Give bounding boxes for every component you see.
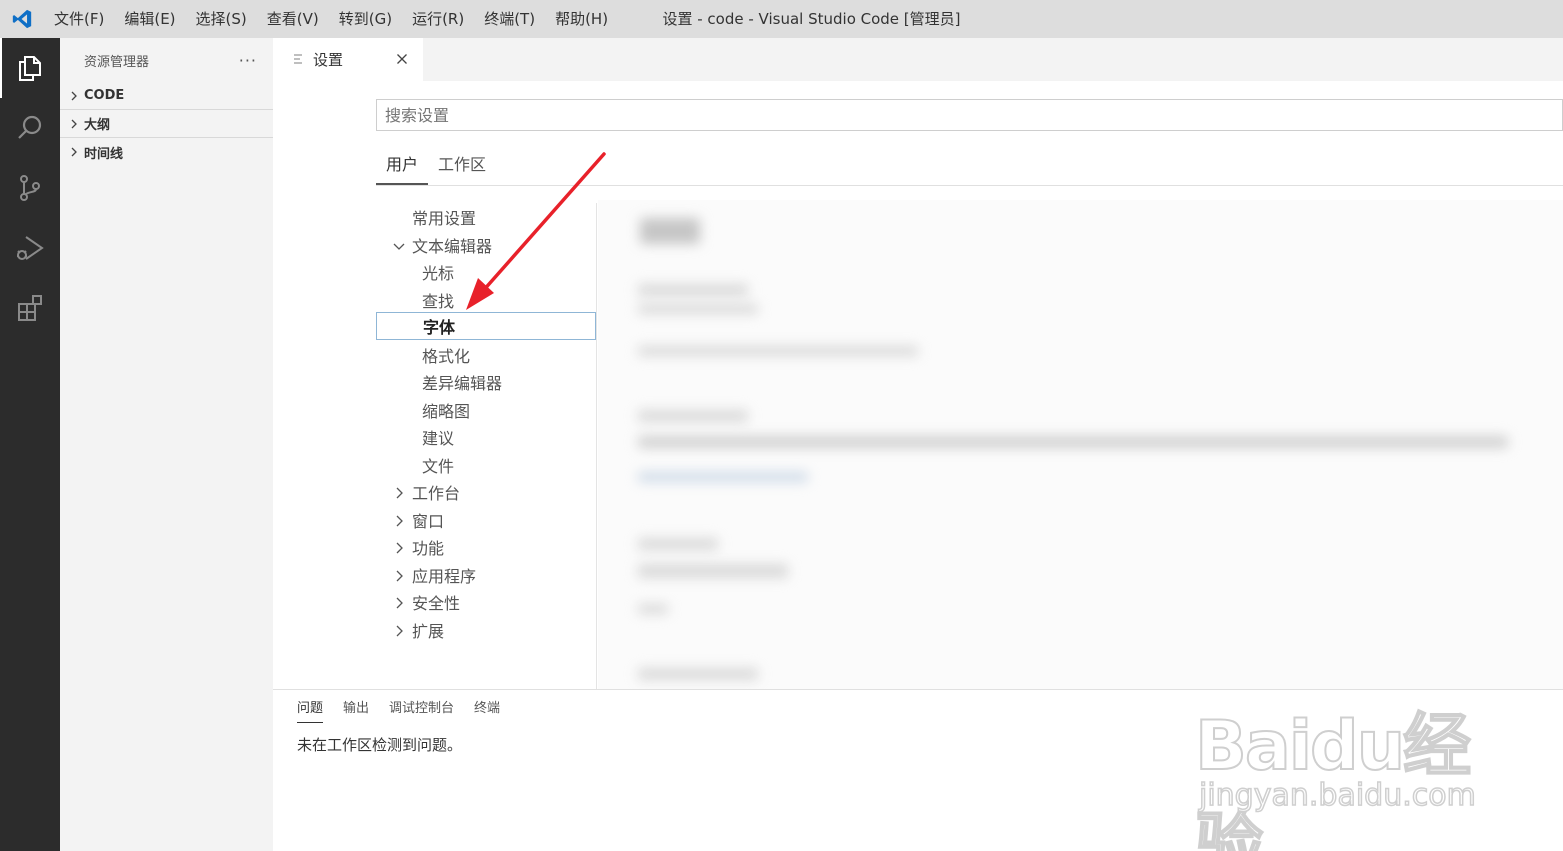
tab-workspace[interactable]: 工作区: [428, 148, 496, 185]
toc-item-label: 应用程序: [412, 567, 477, 586]
title-bar: 文件(F) 编辑(E) 选择(S) 查看(V) 转到(G) 运行(R) 终端(T…: [0, 0, 1563, 38]
chevron-right-icon: [71, 119, 77, 128]
menu-file[interactable]: 文件(F): [44, 0, 114, 38]
menu-edit[interactable]: 编辑(E): [114, 0, 185, 38]
chevron-right-icon: [392, 623, 406, 637]
vscode-logo-icon: [0, 0, 44, 38]
toc-item-label: 查找: [422, 292, 455, 311]
section-code[interactable]: CODE: [60, 82, 273, 110]
toc-item-label: 差异编辑器: [422, 374, 503, 393]
chevron-right-icon: [392, 595, 406, 609]
watermark-url: jingyan.baidu.com: [1198, 777, 1476, 814]
toc-item[interactable]: 光标: [376, 258, 596, 286]
settings-content-blurred: [598, 200, 1563, 689]
toc-item[interactable]: 窗口: [376, 506, 596, 534]
toc-item-label: 文本编辑器: [412, 237, 493, 256]
toc-indent: [402, 265, 416, 279]
tab-settings[interactable]: 设置: [273, 38, 423, 81]
activity-bar: [0, 38, 60, 851]
toc-item-label: 缩略图: [422, 402, 471, 421]
menu-selection[interactable]: 选择(S): [186, 0, 257, 38]
menu-run[interactable]: 运行(R): [402, 0, 474, 38]
watermark-brand: Baidu经验: [1194, 706, 1472, 851]
toc-item-label: 建议: [422, 429, 455, 448]
menu-terminal[interactable]: 终端(T): [474, 0, 545, 38]
chevron-right-icon: [71, 91, 77, 100]
chevron-right-icon: [71, 147, 77, 157]
toc-item-label: 光标: [422, 264, 455, 283]
toc-item[interactable]: 缩略图: [376, 396, 596, 424]
settings-scope-tabs: 用户 工作区: [376, 148, 1563, 186]
sidebar-title: 资源管理器: [84, 54, 150, 70]
tab-output[interactable]: 输出: [343, 697, 369, 723]
toc-item-label: 字体: [423, 318, 456, 337]
toc-indent: [402, 458, 416, 472]
toc-item[interactable]: 建议: [376, 423, 596, 451]
toc-item-label: 工作台: [412, 484, 461, 503]
chevron-down-icon: [392, 238, 406, 252]
section-label: CODE: [84, 88, 125, 103]
baidu-watermark: Baidu经验 jingyan.baidu.com: [1194, 690, 1495, 851]
toc-item-label: 格式化: [422, 347, 471, 366]
menu-help[interactable]: 帮助(H): [545, 0, 618, 38]
toc-item[interactable]: 查找: [376, 286, 596, 314]
toc-item-label: 窗口: [412, 512, 445, 531]
settings-search-input[interactable]: [376, 99, 1563, 131]
toc-item-label: 文件: [422, 457, 455, 476]
toc-indent: [392, 210, 406, 224]
toc-item[interactable]: 文本编辑器: [376, 231, 596, 259]
settings-toc: 常用设置文本编辑器光标查找字体格式化差异编辑器缩略图建议文件工作台窗口功能应用程…: [376, 203, 597, 689]
close-icon[interactable]: [391, 48, 413, 70]
tab-user[interactable]: 用户: [376, 148, 429, 185]
search-icon[interactable]: [0, 98, 60, 158]
toc-item[interactable]: 工作台: [376, 478, 596, 506]
toc-item[interactable]: 字体: [376, 312, 596, 340]
extensions-icon[interactable]: [0, 278, 60, 338]
toc-indent: [402, 403, 416, 417]
sidebar-header: 资源管理器 ···: [60, 38, 273, 82]
toc-item[interactable]: 功能: [376, 533, 596, 561]
tab-label: 设置: [313, 51, 344, 69]
chevron-right-icon: [392, 540, 406, 554]
tab-problems[interactable]: 问题: [297, 697, 324, 723]
toc-item[interactable]: 常用设置: [376, 203, 596, 231]
toc-item-label: 扩展: [412, 622, 445, 641]
explorer-sidebar: 资源管理器 ··· CODE 大纲 时间线: [60, 38, 273, 851]
more-actions-icon[interactable]: ···: [239, 51, 257, 70]
toc-indent: [402, 375, 416, 389]
chevron-right-icon: [392, 513, 406, 527]
section-outline[interactable]: 大纲: [60, 110, 273, 138]
toc-item-label: 安全性: [412, 594, 461, 613]
run-debug-icon[interactable]: [0, 218, 60, 278]
settings-file-icon: [294, 53, 302, 64]
section-timeline[interactable]: 时间线: [60, 138, 273, 166]
section-label: 大纲: [84, 118, 111, 133]
toc-indent: [402, 430, 416, 444]
editor-tab-bar: 设置: [273, 38, 1563, 81]
toc-item-label: 功能: [412, 539, 445, 558]
toc-indent: [402, 348, 416, 362]
menu-go[interactable]: 转到(G): [329, 0, 402, 38]
source-control-icon[interactable]: [0, 158, 60, 218]
toc-item[interactable]: 差异编辑器: [376, 368, 596, 396]
toc-item-label: 常用设置: [412, 209, 477, 228]
explorer-icon[interactable]: [0, 38, 60, 98]
tab-debug-console[interactable]: 调试控制台: [389, 697, 454, 723]
chevron-right-icon: [392, 485, 406, 499]
toc-item[interactable]: 应用程序: [376, 561, 596, 589]
section-label: 时间线: [84, 146, 124, 162]
chevron-right-icon: [392, 568, 406, 582]
toc-item[interactable]: 文件: [376, 451, 596, 479]
toc-indent: [403, 319, 417, 333]
menu-bar: 文件(F) 编辑(E) 选择(S) 查看(V) 转到(G) 运行(R) 终端(T…: [44, 0, 618, 38]
toc-indent: [402, 293, 416, 307]
toc-item[interactable]: 格式化: [376, 341, 596, 369]
menu-view[interactable]: 查看(V): [257, 0, 329, 38]
toc-item[interactable]: 安全性: [376, 588, 596, 616]
tab-terminal[interactable]: 终端: [474, 697, 500, 723]
toc-item[interactable]: 扩展: [376, 616, 596, 644]
